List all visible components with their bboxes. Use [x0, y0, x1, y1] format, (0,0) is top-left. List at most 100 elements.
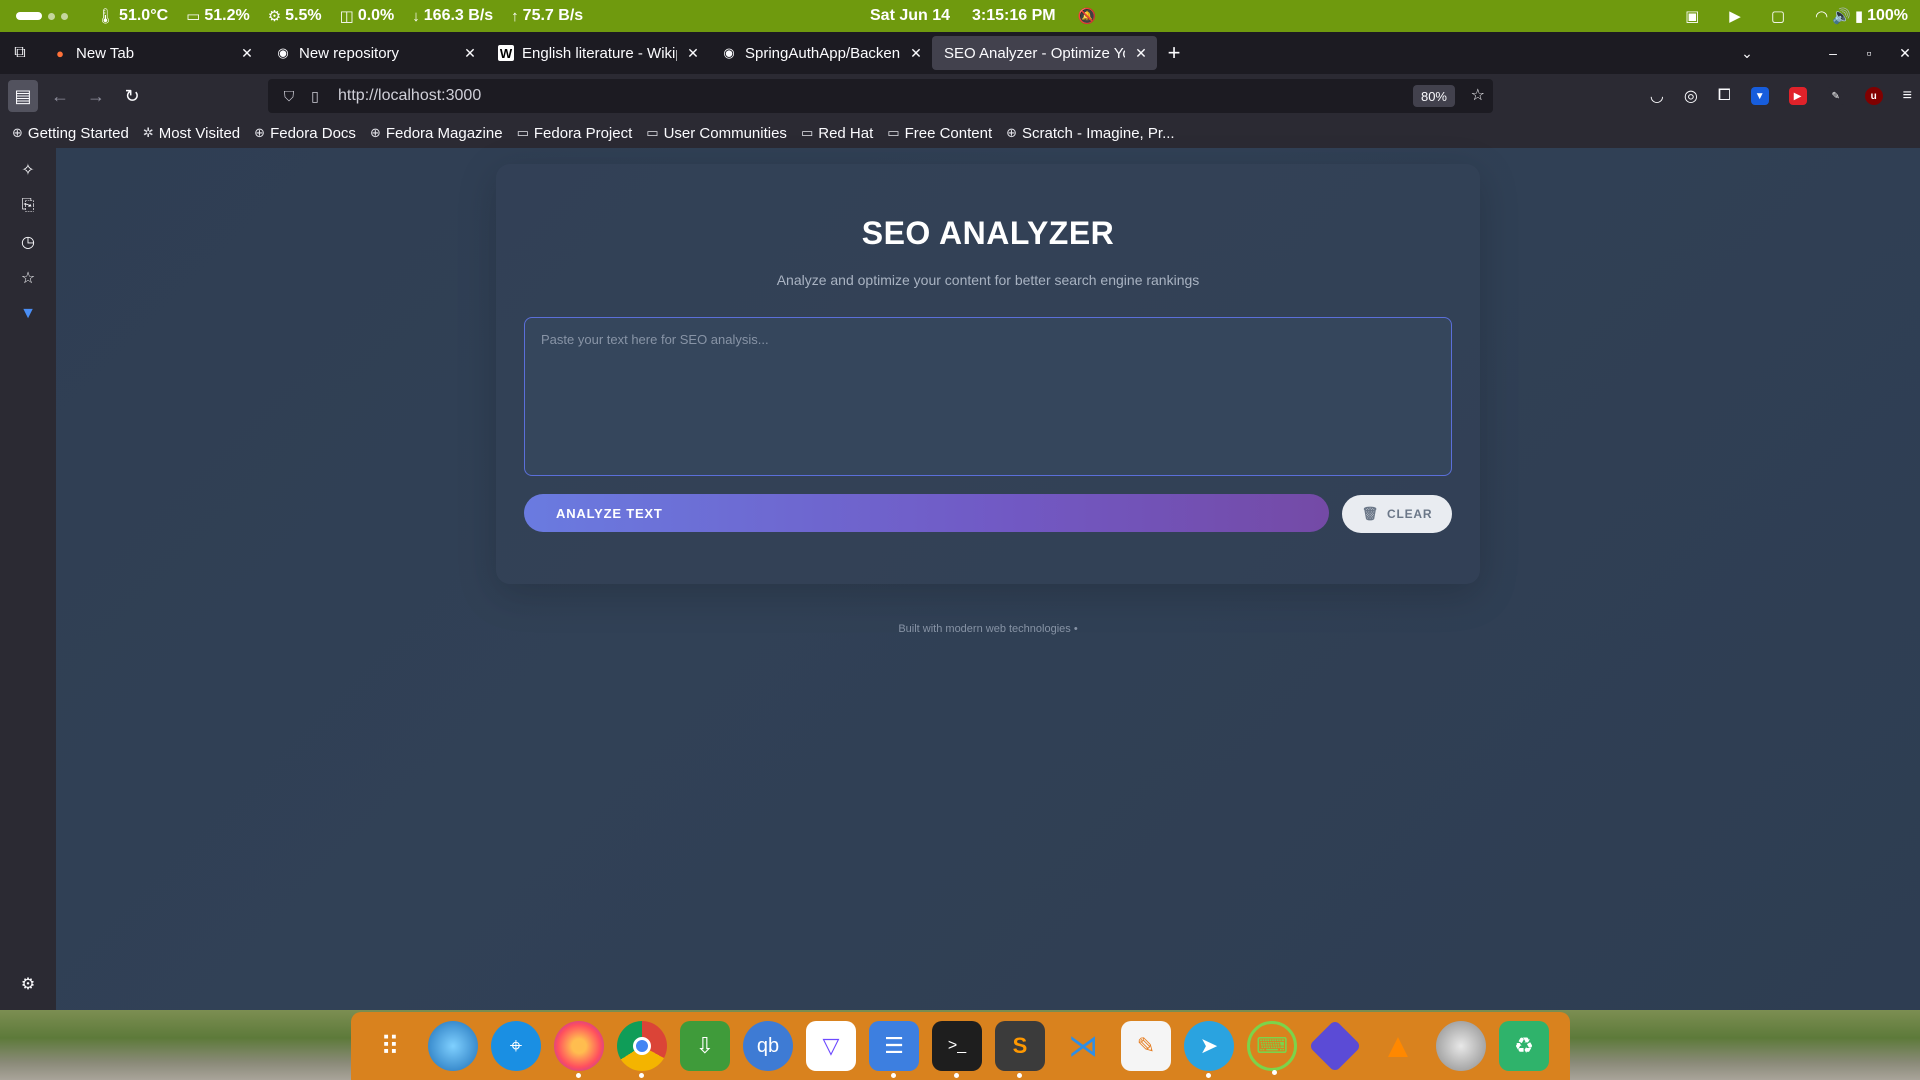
- youtube-extension-icon[interactable]: ▶: [1788, 87, 1807, 105]
- bookmark-fedora-magazine[interactable]: ⊕ Fedora Magazine: [370, 125, 503, 142]
- bookmark-star-icon[interactable]: ☆: [1471, 85, 1485, 105]
- github-icon: ◉: [277, 45, 289, 60]
- battery-icon: ▮: [1854, 8, 1864, 25]
- terminal-indicator-icon[interactable]: ▣: [1685, 7, 1699, 25]
- dark-reader-icon[interactable]: ✎: [1826, 87, 1845, 105]
- hamburger-menu-icon[interactable]: ≡: [1903, 87, 1912, 105]
- chrome-icon[interactable]: [617, 1021, 667, 1078]
- list-all-tabs-button[interactable]: ⌄: [1740, 45, 1754, 62]
- firefox-icon: ●: [56, 45, 64, 61]
- firefox-icon[interactable]: [554, 1021, 604, 1078]
- analyze-text-button[interactable]: ANALYZE TEXT: [524, 494, 1329, 532]
- download-manager-icon[interactable]: ⇩: [680, 1021, 730, 1071]
- shield-icon[interactable]: ⛉: [276, 88, 302, 105]
- folder-icon: ▭: [887, 125, 900, 140]
- tab-new-repository[interactable]: ◉ New repository ✕: [263, 36, 486, 70]
- disk-icon[interactable]: [1436, 1021, 1486, 1071]
- vscode-icon[interactable]: ⋊: [1058, 1021, 1108, 1071]
- wifi-icon: ◠: [1815, 8, 1829, 25]
- proton-vpn-icon[interactable]: ▽: [806, 1021, 856, 1071]
- firefox-view-button[interactable]: ⧉: [0, 32, 40, 74]
- bookmarks-star-icon[interactable]: ☆: [18, 268, 38, 288]
- bitwarden-icon[interactable]: ▼: [1750, 87, 1769, 105]
- close-icon[interactable]: ✕: [239, 45, 255, 62]
- pocket-icon[interactable]: ◡: [1650, 86, 1664, 106]
- seo-text-input[interactable]: [524, 317, 1452, 476]
- wikipedia-icon: W: [498, 45, 514, 61]
- cpu-indicator: ⚙ 5.5%: [267, 7, 322, 25]
- tab-springauthapp[interactable]: ◉ SpringAuthApp/Backend ✕: [709, 36, 932, 70]
- ublock-origin-icon[interactable]: u: [1864, 87, 1883, 105]
- maximize-button[interactable]: ▫: [1862, 45, 1876, 61]
- clipboard-icon[interactable]: ▢: [1771, 7, 1785, 25]
- sidebar-toggle-button[interactable]: ▤: [8, 80, 38, 112]
- vlc-icon[interactable]: ▲: [1373, 1021, 1423, 1071]
- close-icon[interactable]: ✕: [1133, 45, 1149, 62]
- play-indicator-icon[interactable]: ▶: [1729, 7, 1741, 25]
- keyboard-icon[interactable]: ⌨: [1247, 1021, 1297, 1075]
- folder-icon: ▭: [516, 125, 529, 140]
- reload-button[interactable]: ↻: [114, 80, 150, 112]
- close-icon[interactable]: ✕: [462, 45, 478, 62]
- globe-icon: ⊕: [254, 125, 266, 140]
- customize-sidebar-gear-icon[interactable]: ⚙: [18, 974, 38, 994]
- globe-icon: ⊕: [12, 125, 23, 140]
- bookmarks-toolbar: ⊕ Getting Started ✲ Most Visited ⊕ Fedora D…: [0, 118, 1920, 148]
- close-window-button[interactable]: ✕: [1898, 45, 1912, 62]
- tab-seo-analyzer[interactable]: SEO Analyzer - Optimize Yo ✕: [932, 36, 1157, 70]
- qbittorrent-icon[interactable]: qb: [743, 1021, 793, 1071]
- tab-strip: ⧉ ● New Tab ✕ ◉ New repository ✕ W Engli…: [0, 32, 1920, 74]
- globe-browser-icon[interactable]: [428, 1021, 478, 1071]
- ai-chatbot-icon[interactable]: ✧: [18, 160, 38, 180]
- minimize-button[interactable]: –: [1826, 45, 1840, 61]
- tab-new-tab[interactable]: ● New Tab ✕: [40, 36, 263, 70]
- arrow-left-icon: ←: [51, 85, 69, 106]
- bitwarden-sidebar-icon[interactable]: ▼: [18, 304, 38, 324]
- clear-button[interactable]: 🗑 CLEAR: [1342, 495, 1452, 533]
- system-status-menu[interactable]: ◠ 🔊 ▮ 100%: [1815, 7, 1908, 25]
- system-top-bar: 🌡 51.0°C ▭ 51.2% ⚙ 5.5% ◫ 0.0% ↓ 166.3 B/s ↑ 7…: [0, 0, 1920, 32]
- safari-icon[interactable]: ⌖: [491, 1021, 541, 1071]
- bookmark-red-hat[interactable]: ▭ Red Hat: [801, 125, 873, 142]
- page-subtitle: Analyze and optimize your content for be…: [776, 272, 1200, 288]
- bookmark-getting-started[interactable]: ⊕ Getting Started: [12, 125, 129, 142]
- close-icon[interactable]: ✕: [685, 45, 701, 62]
- temperature-indicator: 🌡 51.0°C: [96, 7, 169, 25]
- bookmark-fedora-project[interactable]: ▭ Fedora Project: [517, 125, 633, 142]
- zoom-indicator[interactable]: 80%: [1412, 85, 1455, 107]
- back-button[interactable]: ←: [42, 80, 78, 112]
- upload-speed: ↑ 75.7 B/s: [511, 7, 584, 25]
- folder-icon: ▭: [800, 125, 814, 140]
- close-icon[interactable]: ✕: [908, 45, 924, 62]
- file-manager-icon[interactable]: ☰: [869, 1021, 919, 1078]
- memory-indicator: ▭ 51.2%: [186, 7, 250, 25]
- sublime-text-icon[interactable]: S: [995, 1021, 1045, 1078]
- memory-icon: ▭: [186, 8, 201, 25]
- clock[interactable]: Sat Jun 14 3:15:16 PM 🔕: [870, 7, 1096, 25]
- text-editor-icon[interactable]: ✎: [1121, 1021, 1171, 1071]
- terminal-icon[interactable]: >_: [932, 1021, 982, 1078]
- synced-tabs-icon[interactable]: ⎘: [18, 196, 38, 216]
- bookmark-scratch[interactable]: ⊕ Scratch - Imagine, Pr...: [1006, 125, 1174, 142]
- url-text[interactable]: http://localhost:3000: [338, 87, 481, 105]
- page-icon[interactable]: ▯: [302, 88, 328, 105]
- workspace-indicator[interactable]: [16, 12, 68, 20]
- history-icon[interactable]: ◷: [18, 232, 38, 252]
- extension-globe-icon[interactable]: ◎: [1684, 86, 1698, 106]
- bookmark-fedora-docs[interactable]: ⊕ Fedora Docs: [254, 125, 356, 142]
- download-speed: ↓ 166.3 B/s: [412, 7, 494, 25]
- volume-icon: 🔊: [1832, 8, 1851, 25]
- app-grid-icon[interactable]: ⠿: [365, 1021, 415, 1071]
- recycle-bin-icon[interactable]: ♻: [1499, 1021, 1549, 1071]
- extensions-icon[interactable]: ⧠: [1718, 87, 1731, 105]
- tab-english-literature[interactable]: W English literature - Wikip ✕: [486, 36, 709, 70]
- bookmark-user-communities[interactable]: ▭ User Communities: [646, 125, 787, 142]
- forward-button[interactable]: →: [78, 80, 114, 112]
- arrow-right-icon: →: [87, 85, 105, 106]
- telegram-icon[interactable]: ➤: [1184, 1021, 1234, 1078]
- address-bar[interactable]: ⛉ ▯ http://localhost:3000 80% ☆: [268, 79, 1493, 113]
- media-player-icon[interactable]: [1308, 1019, 1362, 1073]
- bookmark-most-visited[interactable]: ✲ Most Visited: [143, 125, 240, 142]
- new-tab-button[interactable]: +: [1157, 36, 1191, 70]
- bookmark-free-content[interactable]: ▭ Free Content: [887, 125, 992, 142]
